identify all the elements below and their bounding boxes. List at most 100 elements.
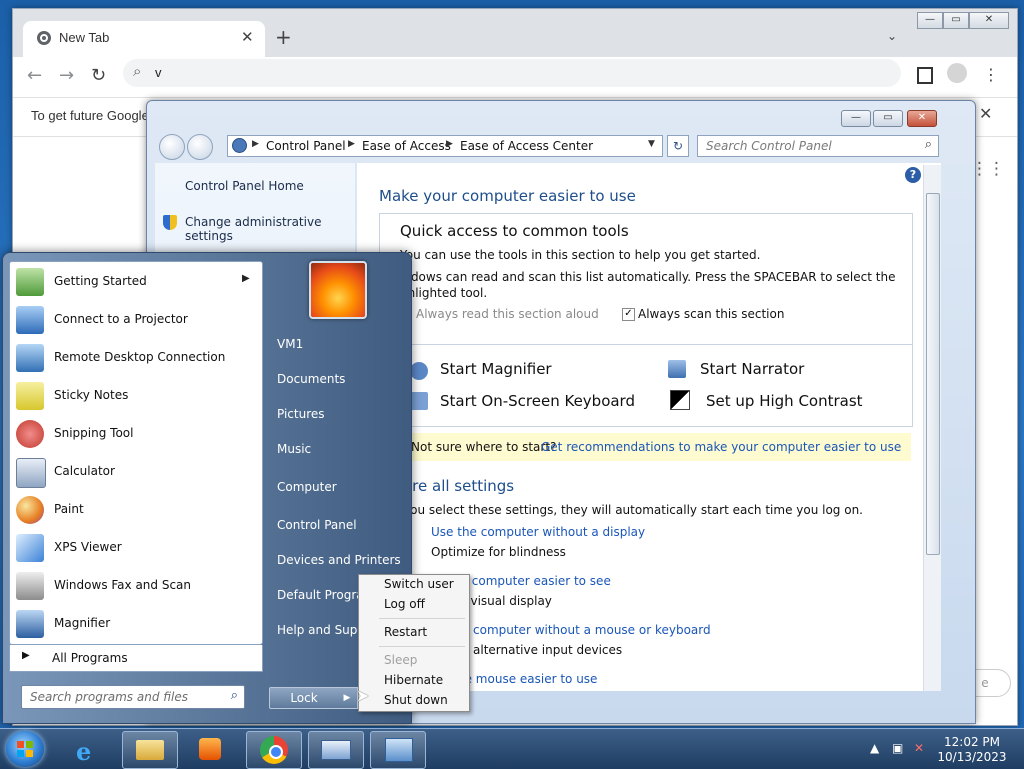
start-right-documents[interactable]: Documents — [277, 372, 345, 386]
cp-scrollbar[interactable] — [923, 165, 941, 691]
cp-close-button[interactable]: ✕ — [907, 110, 937, 127]
breadcrumb-ease-of-access[interactable]: Ease of Access — [362, 139, 451, 153]
tab-new-tab[interactable]: New Tab ✕ — [23, 21, 265, 57]
taskbar-chrome[interactable] — [246, 731, 302, 769]
forward-arrow-icon[interactable]: → — [59, 65, 74, 86]
clock-time: 12:02 PM — [944, 735, 1000, 749]
submenu-arrow-icon: ▶ — [242, 273, 250, 284]
system-clock[interactable]: 12:02 PM 10/13/2023 — [932, 735, 1012, 765]
taskbar-remote-app[interactable] — [308, 731, 364, 769]
start-right-devices[interactable]: Devices and Printers — [277, 553, 401, 567]
side-panel-icon[interactable] — [917, 67, 933, 84]
omnibox[interactable]: ⌕ v — [123, 59, 901, 87]
start-button[interactable] — [6, 731, 44, 767]
menu-item-log-off[interactable]: Log off — [384, 597, 425, 611]
xps-viewer-icon — [16, 534, 44, 562]
setting-link-mouse[interactable]: he mouse easier to use — [457, 672, 597, 686]
cp-minimize-button[interactable]: — — [841, 110, 871, 127]
network-icon[interactable]: ▣ — [892, 741, 903, 755]
start-search-input[interactable]: Search programs and files ⌕ — [21, 685, 245, 709]
breadcrumb-ease-of-access-center[interactable]: Ease of Access Center — [460, 139, 593, 153]
start-right-user[interactable]: VM1 — [277, 337, 303, 351]
breadcrumb-control-panel[interactable]: Control Panel — [266, 139, 346, 153]
lock-button[interactable]: Lock — [269, 687, 339, 709]
tab-list-chevron-icon[interactable]: ⌄ — [887, 29, 897, 43]
menu-item-restart[interactable]: Restart — [384, 625, 427, 639]
program-label: Sticky Notes — [54, 388, 129, 402]
page-title: Make your computer easier to use — [379, 187, 636, 205]
chrome-menu-icon[interactable]: ⋮ — [983, 65, 999, 84]
program-xps-viewer[interactable]: XPS Viewer — [10, 530, 262, 566]
back-arrow-icon[interactable]: ← — [27, 65, 42, 86]
program-getting-started[interactable]: Getting Started ▶ — [10, 264, 262, 300]
forward-button[interactable] — [187, 134, 213, 160]
narrator-icon — [668, 360, 686, 378]
address-dropdown-icon[interactable]: ▼ — [648, 139, 655, 149]
sidebar-link-home[interactable]: Control Panel Home — [185, 179, 304, 193]
taskbar-internet-explorer[interactable]: e — [62, 731, 116, 767]
program-sticky-notes[interactable]: Sticky Notes — [10, 378, 262, 414]
program-magnifier[interactable]: Magnifier — [10, 606, 262, 642]
address-bar[interactable]: ▶ Control Panel ▶ Ease of Access ▶ Ease … — [227, 135, 663, 157]
setting-link-no-mouse[interactable]: computer without a mouse or keyboard — [473, 623, 711, 637]
start-magnifier-link[interactable]: Start Magnifier — [440, 360, 552, 378]
mouse-cursor-icon: ➤ — [356, 686, 370, 705]
explore-settings-title: ore all settings — [403, 477, 515, 495]
program-label: Calculator — [54, 464, 115, 478]
back-button[interactable] — [159, 134, 185, 160]
taskbar: e ▲ ▣ ✕ 12:02 PM 10/13/2023 — [0, 728, 1024, 769]
reload-icon[interactable]: ↻ — [91, 65, 106, 86]
recommendations-link[interactable]: Get recommendations to make your compute… — [541, 440, 901, 454]
search-control-panel-input[interactable]: Search Control Panel ⌕ — [697, 135, 939, 157]
chrome-close-button[interactable]: ✕ — [969, 12, 1009, 29]
program-connect-projector[interactable]: Connect to a Projector — [10, 302, 262, 338]
user-picture-avatar[interactable] — [309, 261, 367, 319]
sidebar-link-admin[interactable]: Change administrative settings — [185, 215, 355, 243]
omnibox-input[interactable]: v — [155, 65, 162, 80]
show-hidden-icons[interactable]: ▲ — [870, 741, 879, 755]
start-right-computer[interactable]: Computer — [277, 480, 337, 494]
taskbar-control-panel[interactable] — [370, 731, 426, 769]
read-aloud-label[interactable]: Always read this section aloud — [416, 307, 599, 321]
menu-item-hibernate[interactable]: Hibernate — [384, 673, 443, 687]
start-right-control-panel[interactable]: Control Panel — [277, 518, 357, 532]
start-right-music[interactable]: Music — [277, 442, 311, 456]
program-remote-desktop[interactable]: Remote Desktop Connection — [10, 340, 262, 376]
program-fax-scan[interactable]: Windows Fax and Scan — [10, 568, 262, 604]
scan-checkbox[interactable]: ✓ — [622, 308, 635, 321]
infobar-close-icon[interactable]: ✕ — [979, 104, 992, 123]
start-right-pictures[interactable]: Pictures — [277, 407, 325, 421]
chrome-restore-button[interactable]: ▭ — [943, 12, 969, 29]
taskbar-explorer[interactable] — [122, 731, 178, 769]
program-calculator[interactable]: Calculator — [10, 454, 262, 490]
menu-item-shut-down[interactable]: Shut down — [384, 693, 448, 707]
start-onscreen-keyboard-link[interactable]: Start On-Screen Keyboard — [440, 392, 635, 410]
start-menu: Getting Started ▶ Connect to a Projector… — [2, 252, 412, 724]
new-tab-button[interactable]: + — [275, 25, 292, 49]
high-contrast-link[interactable]: Set up High Contrast — [706, 392, 863, 410]
apps-grid-icon[interactable]: ⋮⋮ — [971, 159, 1005, 179]
internet-explorer-icon: e — [76, 737, 92, 766]
keyboard-icon — [410, 392, 428, 410]
cp-restore-button[interactable]: ▭ — [873, 110, 903, 127]
taskbar-media-player[interactable] — [184, 731, 238, 767]
refresh-icon[interactable]: ↻ — [667, 135, 689, 157]
all-programs-button[interactable]: ▶ All Programs — [9, 645, 263, 672]
setting-link-easier-to-see[interactable]: he computer easier to see — [453, 574, 611, 588]
start-narrator-link[interactable]: Start Narrator — [700, 360, 804, 378]
shutdown-options-arrow-icon[interactable]: ▶ — [337, 687, 358, 709]
scan-label[interactable]: Always scan this section — [638, 307, 784, 321]
program-snipping-tool[interactable]: Snipping Tool — [10, 416, 262, 452]
scrollbar-thumb[interactable] — [926, 193, 940, 555]
program-label: Paint — [54, 502, 84, 516]
volume-muted-icon[interactable]: ✕ — [914, 741, 924, 755]
magnifier-icon — [16, 610, 44, 638]
profile-avatar-icon[interactable] — [947, 63, 967, 83]
chrome-minimize-button[interactable]: — — [917, 12, 943, 29]
tab-close-icon[interactable]: ✕ — [241, 28, 254, 46]
setting-link-no-display[interactable]: Use the computer without a display — [431, 525, 645, 539]
menu-item-switch-user[interactable]: Switch user — [384, 577, 454, 591]
help-icon[interactable]: ? — [905, 167, 921, 183]
program-paint[interactable]: Paint — [10, 492, 262, 528]
infobar-message: To get future Google — [31, 108, 149, 123]
